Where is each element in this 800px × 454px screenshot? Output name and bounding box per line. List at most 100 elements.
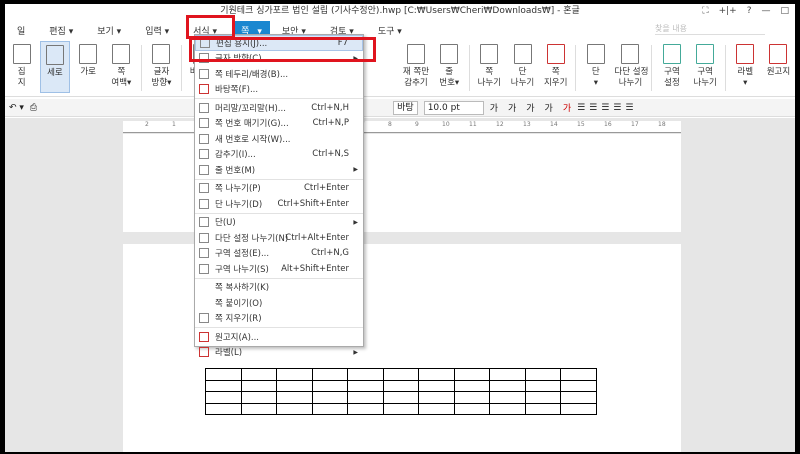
table-cell[interactable] xyxy=(489,391,526,404)
window-control-4[interactable]: □ xyxy=(780,4,789,19)
dropdown-item[interactable]: 쪽 지우기(R) xyxy=(195,311,363,327)
table-cell[interactable] xyxy=(276,391,313,404)
ribbon-button[interactable]: 집 지 xyxy=(7,41,36,89)
table-cell[interactable] xyxy=(524,402,561,415)
table-cell[interactable] xyxy=(489,402,526,415)
ribbon-button[interactable]: 줄 번호▾ xyxy=(435,41,464,89)
search-input[interactable]: 찾을 내용 xyxy=(655,23,765,35)
char-format-button[interactable]: 가 xyxy=(563,101,571,114)
table-cell[interactable] xyxy=(205,391,242,404)
dropdown-item[interactable]: 쪽 테두리/배경(B)... xyxy=(195,66,363,82)
dropdown-item[interactable]: 쪽 나누기(P) Ctrl+Enter xyxy=(195,181,363,197)
table-cell[interactable] xyxy=(453,379,490,392)
dropdown-item[interactable]: 라벨(L) ▶ xyxy=(195,345,363,361)
ribbon-button[interactable]: 다단 설정 나누기 xyxy=(614,41,648,89)
dropdown-item[interactable]: 다단 설정 나누기(N) Ctrl+Alt+Enter xyxy=(195,230,363,246)
font-size-input[interactable]: 10.0 pt xyxy=(423,100,484,115)
table-cell[interactable] xyxy=(276,402,313,415)
table-cell[interactable] xyxy=(240,379,277,392)
ribbon-button[interactable]: 원고지 xyxy=(764,41,793,78)
dropdown-item[interactable]: 원고지(A)... xyxy=(195,329,363,345)
print-icon[interactable]: ⎙ xyxy=(30,103,37,113)
table-cell[interactable] xyxy=(524,391,561,404)
window-control-3[interactable]: — xyxy=(761,4,770,19)
table-cell[interactable] xyxy=(418,368,455,381)
dropdown-item[interactable]: 구역 설정(E)... Ctrl+N,G xyxy=(195,246,363,262)
char-format-button[interactable]: 가 xyxy=(526,101,534,114)
char-format-button[interactable]: 가 xyxy=(545,101,553,114)
table-cell[interactable] xyxy=(347,368,384,381)
char-format-button[interactable]: 가 xyxy=(490,101,498,114)
ribbon-button[interactable]: 구역 설정 xyxy=(657,41,686,89)
table-cell[interactable] xyxy=(560,402,597,415)
menu-item[interactable]: 보기 ▾ xyxy=(85,24,133,37)
table-cell[interactable] xyxy=(418,379,455,392)
table-cell[interactable] xyxy=(489,379,526,392)
window-control-0[interactable]: ⛶ xyxy=(702,4,708,19)
ribbon-button[interactable]: 단 ▾ xyxy=(581,41,610,89)
table-cell[interactable] xyxy=(453,368,490,381)
dropdown-item[interactable]: 줄 번호(M) ▶ xyxy=(195,162,363,178)
ribbon-button[interactable]: 가로 xyxy=(74,41,103,78)
table-cell[interactable] xyxy=(276,368,313,381)
window-control-1[interactable]: +|+ xyxy=(719,4,737,19)
ribbon-button[interactable]: 구역 나누기 xyxy=(691,41,720,89)
dropdown-item[interactable]: 머리말/꼬리말(H)... Ctrl+N,H xyxy=(195,100,363,116)
window-control-2[interactable]: ? xyxy=(747,4,752,19)
table-cell[interactable] xyxy=(276,379,313,392)
ribbon-button[interactable]: 재 쪽만 감추기 xyxy=(401,41,430,89)
table-cell[interactable] xyxy=(453,402,490,415)
char-format-button[interactable]: 가 xyxy=(508,101,516,114)
table-cell[interactable] xyxy=(524,368,561,381)
align-icons[interactable]: ☰☰☰☰☰ xyxy=(577,103,637,113)
ribbon-button[interactable]: 쪽 지우기 xyxy=(541,41,570,89)
table-cell[interactable] xyxy=(382,368,419,381)
table-cell[interactable] xyxy=(382,391,419,404)
menu-item[interactable]: 입력 ▾ xyxy=(133,24,181,37)
ribbon-button[interactable]: 단 나누기 xyxy=(508,41,537,89)
table-cell[interactable] xyxy=(524,379,561,392)
table-cell[interactable] xyxy=(311,368,348,381)
dropdown-item[interactable]: 단 나누기(D) Ctrl+Shift+Enter xyxy=(195,196,363,212)
ribbon-button[interactable]: 라벨 ▾ xyxy=(731,41,760,89)
table-cell[interactable] xyxy=(240,391,277,404)
table-cell[interactable] xyxy=(311,402,348,415)
table-cell[interactable] xyxy=(560,391,597,404)
table-cell[interactable] xyxy=(347,402,384,415)
dropdown-item[interactable]: 쪽 복사하기(K) xyxy=(195,280,363,296)
dropdown-item[interactable]: 쪽 번호 매기기(G)... Ctrl+N,P xyxy=(195,116,363,132)
ribbon-button[interactable]: 쪽 나누기 xyxy=(475,41,504,89)
ribbon-button[interactable]: 세로 xyxy=(40,41,70,93)
dropdown-item[interactable]: 감추기(I)... Ctrl+N,S xyxy=(195,147,363,163)
ribbon-button[interactable]: 글자 방향▾ xyxy=(147,41,176,89)
dropdown-item[interactable]: 단(U) ▶ xyxy=(195,215,363,231)
table-cell[interactable] xyxy=(347,391,384,404)
document-area[interactable]: 21123456789101112131415161718 xyxy=(5,118,795,452)
table-cell[interactable] xyxy=(240,368,277,381)
table-cell[interactable] xyxy=(240,402,277,415)
table-cell[interactable] xyxy=(205,368,242,381)
ribbon-button[interactable]: 쪽 여백▾ xyxy=(107,41,136,89)
table-cell[interactable] xyxy=(205,379,242,392)
table-cell[interactable] xyxy=(560,379,597,392)
table-cell[interactable] xyxy=(453,391,490,404)
table[interactable] xyxy=(205,368,597,415)
style-select[interactable]: 바탕 xyxy=(393,100,418,115)
menu-item[interactable]: 일 xyxy=(5,24,37,37)
undo-icon[interactable]: ↶ ▾ xyxy=(9,103,24,113)
table-cell[interactable] xyxy=(311,379,348,392)
table-cell[interactable] xyxy=(382,402,419,415)
table-cell[interactable] xyxy=(205,402,242,415)
dropdown-item[interactable]: 새 번호로 시작(W)... xyxy=(195,131,363,147)
dropdown-item[interactable]: 구역 나누기(S) Alt+Shift+Enter xyxy=(195,261,363,277)
table-cell[interactable] xyxy=(489,368,526,381)
table-cell[interactable] xyxy=(347,379,384,392)
table-cell[interactable] xyxy=(311,391,348,404)
table-cell[interactable] xyxy=(560,368,597,381)
table-cell[interactable] xyxy=(418,391,455,404)
menu-item[interactable]: 도구 ▾ xyxy=(366,24,414,37)
dropdown-item[interactable]: 쪽 붙이기(O) xyxy=(195,295,363,311)
table-cell[interactable] xyxy=(418,402,455,415)
menu-item[interactable]: 편집 ▾ xyxy=(37,24,85,37)
table-cell[interactable] xyxy=(382,379,419,392)
